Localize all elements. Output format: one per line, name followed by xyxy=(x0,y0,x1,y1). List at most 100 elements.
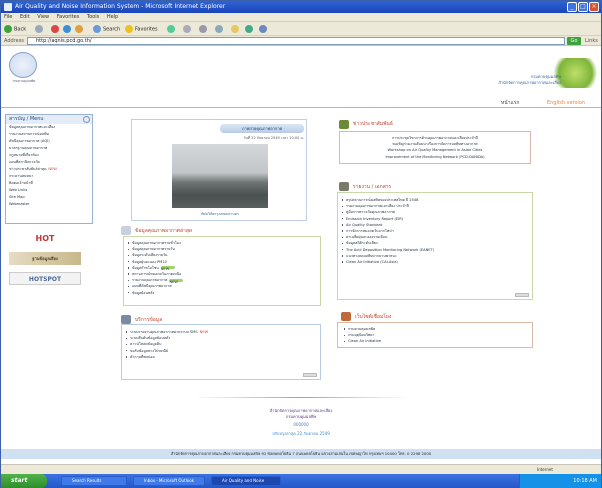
taskbar-item[interactable]: Search Results xyxy=(61,476,127,486)
news-panel-title: ข่าวประชาสัมพันธ์ xyxy=(353,121,393,127)
links-panel-title: เว็บไซต์เชื่อมโยง xyxy=(355,314,392,320)
divider xyxy=(193,397,409,398)
sidebar-item[interactable]: ข้อมูลคุณภาพอากาศและเสียง xyxy=(6,124,92,131)
photo-caption[interactable]: ทัศนวิสัยกรุงเทพมหานคร xyxy=(172,211,268,217)
sidebar-item[interactable]: กระดานสนทนา xyxy=(6,173,92,180)
folder-icon xyxy=(231,25,239,33)
edit-button[interactable] xyxy=(215,25,225,34)
monitor-icon xyxy=(121,315,131,324)
start-button[interactable]: start xyxy=(1,474,47,488)
taskbar-item[interactable]: Inbox - Microsoft Outlook xyxy=(133,476,205,486)
stop-button[interactable] xyxy=(51,25,61,34)
sidebar-item[interactable]: มาตรฐานคุณภาพอากาศ xyxy=(6,145,92,152)
mail-icon xyxy=(183,25,191,33)
messenger-button[interactable] xyxy=(245,25,255,34)
mail-button[interactable] xyxy=(183,25,193,34)
minimize-button[interactable]: _ xyxy=(567,2,577,12)
sidebar-item[interactable]: Webmaster xyxy=(6,201,92,208)
news-line[interactable]: Improvement of the Monitoring Network (P… xyxy=(344,154,526,160)
address-input[interactable]: http://aqnis.pcd.go.th/ xyxy=(27,37,565,45)
forward-button[interactable] xyxy=(35,25,45,34)
web-page: กรมควบคุมมลพิษ กรมควบคุมมลพิษ สำนักจัดกา… xyxy=(1,46,601,464)
toolbar: Back Search Favorites xyxy=(1,22,601,36)
refresh-button[interactable] xyxy=(63,25,73,34)
menu-file[interactable]: File xyxy=(4,14,12,20)
search-button[interactable]: Search xyxy=(93,25,120,34)
back-button[interactable]: Back xyxy=(4,25,26,34)
more-button[interactable] xyxy=(515,293,529,297)
window-title: Air Quality and Noise Information System… xyxy=(15,3,226,10)
print-icon xyxy=(199,25,207,33)
top-nav: หน้าแรก English version xyxy=(1,98,601,108)
services-panel-title: บริการข้อมูล xyxy=(135,317,163,323)
more-button[interactable] xyxy=(303,373,317,377)
data-panel-icon xyxy=(121,226,131,235)
go-button[interactable]: Go xyxy=(567,37,581,45)
search-icon xyxy=(93,25,101,33)
list-item[interactable]: Clean Air Initiative (CAI-Asia) xyxy=(340,259,530,265)
visitor-counter: 000000 xyxy=(293,422,309,427)
dept-name: กรมควบคุมมลพิษ xyxy=(285,414,317,419)
menu-view[interactable]: View xyxy=(37,14,49,20)
sidebar-item[interactable]: ดัชนีคุณภาพอากาศ (AQI) xyxy=(6,138,92,145)
address-label: Address xyxy=(4,38,24,44)
menu-tools[interactable]: Tools xyxy=(87,14,99,20)
back-arrow-icon xyxy=(4,25,12,33)
history-button[interactable] xyxy=(167,25,177,34)
links-button[interactable]: Links xyxy=(585,37,598,45)
star-icon xyxy=(125,25,133,33)
home-icon xyxy=(75,25,83,33)
sidebar-item[interactable]: กฎหมายที่เกี่ยวข้อง xyxy=(6,152,92,159)
reports-panel-title: รายงาน / เอกสาร xyxy=(353,184,392,190)
new-badge: NEW xyxy=(160,266,175,271)
footer: สำนักจัดการคุณภาพอากาศและเสียง กรมควบคุม… xyxy=(1,449,601,459)
menu-edit[interactable]: Edit xyxy=(20,14,30,20)
nav-english-link[interactable]: English version xyxy=(547,98,585,108)
books-icon xyxy=(339,182,349,191)
brand-line-2: สำนักจัดการคุณภาพอากาศและเสียง xyxy=(498,80,561,85)
sidebar-item[interactable]: Web Links xyxy=(6,187,92,194)
new-badge: NEW xyxy=(169,278,184,283)
edit-icon xyxy=(215,25,223,33)
folder-button[interactable] xyxy=(231,25,241,34)
sidebar-menu: สารบัญ / Menu ข้อมูลคุณภาพอากาศและเสียง … xyxy=(5,114,93,224)
photo-box: ภาพถ่ายคุณภาพอากาศ วันที่ 22 กันยายน 254… xyxy=(131,119,307,221)
list-item[interactable]: Clean Air Initiative xyxy=(342,338,528,344)
status-bar: Internet xyxy=(1,464,601,474)
clock[interactable]: 10:18 AM xyxy=(573,478,597,484)
sidebar-item[interactable]: Site Map xyxy=(6,194,92,201)
city-photo[interactable] xyxy=(172,144,268,208)
sidebar-title: สารบัญ / Menu xyxy=(9,116,44,122)
hotspot-banner[interactable]: HOTSPOT xyxy=(9,272,81,285)
pcd-logo[interactable] xyxy=(9,52,37,78)
noise-banner[interactable]: ฐานข้อมูลเสียง xyxy=(9,252,81,265)
maximize-button[interactable]: □ xyxy=(578,2,588,12)
pencil-icon xyxy=(341,312,351,321)
photo-title: ภาพถ่ายคุณภาพอากาศ xyxy=(220,124,304,133)
favorites-button[interactable]: Favorites xyxy=(125,25,158,34)
services-panel: ระบบรายงานคุณภาพอากาศผ่านระบบ SMS NEW ระบ… xyxy=(121,324,321,380)
gear-icon xyxy=(83,116,90,123)
taskbar: start Search Results Inbox - Microsoft O… xyxy=(1,474,601,488)
photo-date: วันที่ 22 กันยายน 2549 เวลา 10:00 น. xyxy=(243,136,304,140)
list-item[interactable]: คำถามที่พบบ่อย xyxy=(124,354,318,360)
print-button[interactable] xyxy=(199,25,209,34)
nav-home-link[interactable]: หน้าแรก xyxy=(501,98,519,108)
reports-panel: สรุปสถานการณ์มลพิษของประเทศไทย ปี 2548 ร… xyxy=(337,192,533,300)
menu-help[interactable]: Help xyxy=(107,14,118,20)
data-panel-title: ข้อมูลคุณภาพอากาศล่าสุด xyxy=(135,228,193,234)
sidebar-item[interactable]: ติดต่อเจ้าหน้าที่ xyxy=(6,180,92,187)
taskbar-item[interactable]: Air Quality and Noise xyxy=(211,476,281,486)
home-button[interactable] xyxy=(75,25,85,34)
sidebar-item[interactable]: รายงานสถานการณ์มลพิษ xyxy=(6,131,92,138)
sidebar-item[interactable]: แผนที่สถานีตรวจวัด xyxy=(6,159,92,166)
org-name: สำนักจัดการคุณภาพอากาศและเสียง xyxy=(269,408,333,413)
list-item[interactable]: ข้อมูลย้อนหลัง xyxy=(126,290,318,296)
research-button[interactable] xyxy=(259,25,269,34)
sidebar-item[interactable]: ข่าวประชาสัมพันธ์ล่าสุด NEW xyxy=(6,166,92,173)
ie-icon xyxy=(4,3,12,11)
hot-banner[interactable]: HOT xyxy=(9,232,81,245)
menu-favorites[interactable]: Favorites xyxy=(57,14,80,20)
system-tray: 10:18 AM xyxy=(519,474,601,488)
close-button[interactable]: × xyxy=(589,2,599,12)
